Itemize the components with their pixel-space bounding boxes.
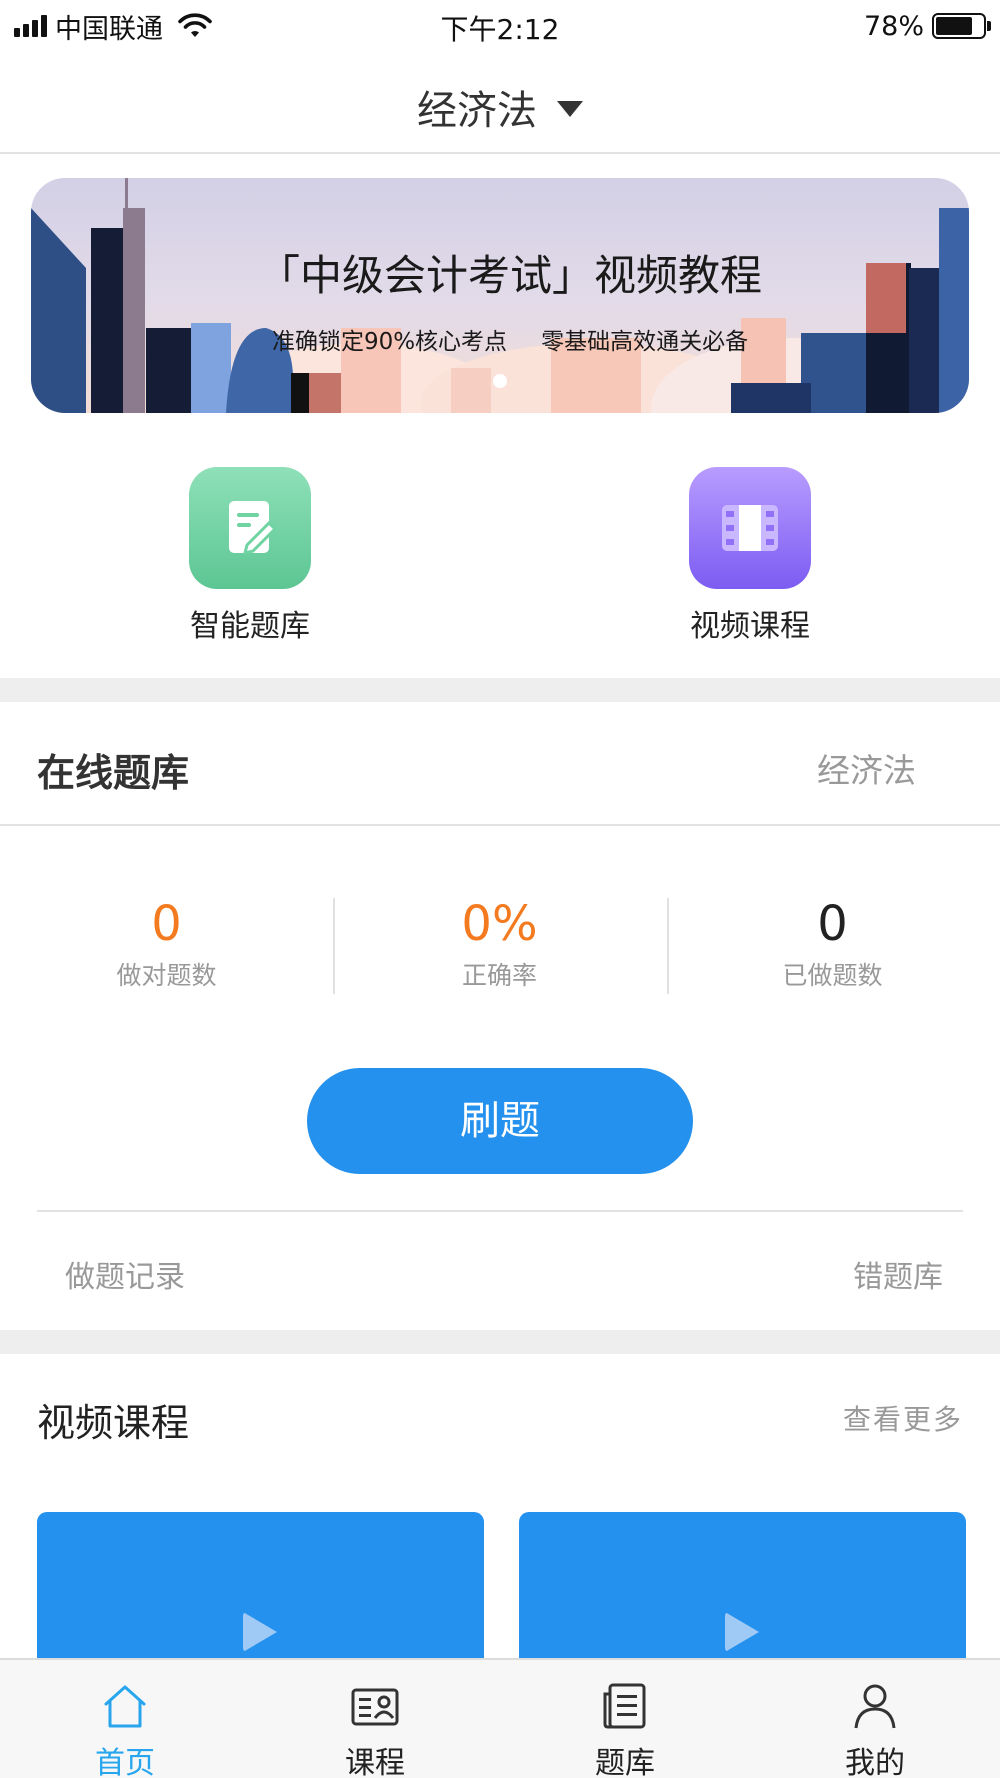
course-card-icon: [351, 1688, 399, 1726]
stat-done-count: 0 已做题数: [666, 896, 999, 992]
tab-label: 课程: [345, 1746, 405, 1778]
practice-button[interactable]: 刷题: [307, 1068, 693, 1174]
tab-mine[interactable]: 我的: [750, 1660, 1000, 1778]
tab-course[interactable]: 课程: [250, 1660, 500, 1778]
tab-bar: 首页 课程 题库 我的: [0, 1658, 1000, 1778]
tab-label: 我的: [845, 1746, 905, 1778]
stat-label: 做对题数: [116, 961, 217, 990]
divider-line: [37, 1210, 963, 1212]
stat-value: 0: [817, 896, 848, 952]
stat-divider: [333, 898, 335, 994]
banner-subtitle: 准确锁定90%核心考点 零基础高效通关必备: [31, 322, 969, 356]
practice-record-link[interactable]: 做题记录: [65, 1252, 185, 1296]
banner-subtitle-2: 零基础高效通关必备: [541, 329, 749, 355]
play-icon: [725, 1612, 759, 1652]
status-right: 78%: [863, 8, 991, 44]
online-bank-title: 在线题库: [37, 751, 190, 795]
stats-row: 0 做对题数 0% 正确率 0 已做题数: [0, 896, 1000, 996]
section-divider: [0, 1330, 1000, 1354]
carousel-indicator: [493, 374, 507, 388]
nav-bar: 经济法: [0, 52, 1000, 154]
film-icon: [689, 467, 811, 589]
note-edit-icon: [189, 467, 311, 589]
stat-value: 0: [151, 896, 182, 952]
nav-title-label: 经济法: [417, 88, 537, 134]
stat-label: 正确率: [461, 961, 537, 990]
stat-label: 已做题数: [782, 961, 883, 990]
section-divider: [0, 678, 1000, 702]
smart-question-bank-label: 智能题库: [190, 609, 310, 644]
home-icon: [104, 1685, 146, 1728]
play-icon: [243, 1612, 277, 1652]
battery-icon: [932, 13, 991, 39]
online-bank-subject[interactable]: 经济法: [817, 744, 916, 792]
caret-down-icon: [557, 101, 583, 117]
stat-divider: [667, 898, 669, 994]
stat-accuracy: 0% 正确率: [333, 896, 666, 992]
status-time: 下午2:12: [440, 13, 560, 46]
status-bar: 中国联通 下午2:12 78%: [0, 0, 1000, 52]
stat-value: 0%: [461, 896, 538, 952]
subject-selector[interactable]: 经济法: [0, 78, 1000, 136]
tab-home[interactable]: 首页: [0, 1660, 250, 1778]
smart-question-bank-entry[interactable]: 智能题库: [160, 467, 340, 645]
stat-correct-count: 0 做对题数: [0, 896, 333, 992]
tab-label: 题库: [595, 1746, 655, 1778]
video-course-entry[interactable]: 视频课程: [660, 467, 840, 645]
banner-subtitle-1: 准确锁定90%核心考点: [271, 329, 508, 355]
promo-banner[interactable]: 「中级会计考试」视频教程 准确锁定90%核心考点 零基础高效通关必备: [31, 178, 969, 413]
wrong-questions-link[interactable]: 错题库: [853, 1252, 943, 1296]
online-bank-header: 在线题库 经济法: [0, 702, 1000, 826]
view-more-link[interactable]: 查看更多: [843, 1398, 963, 1438]
battery-percent: 78%: [863, 10, 924, 42]
tab-question-bank[interactable]: 题库: [500, 1660, 750, 1778]
banner-title: 「中级会计考试」视频教程: [257, 251, 762, 300]
video-course-label: 视频课程: [690, 609, 810, 644]
user-icon: [854, 1684, 896, 1729]
video-section-title: 视频课程: [37, 1401, 190, 1445]
tab-label: 首页: [95, 1746, 155, 1778]
question-list-icon: [603, 1683, 646, 1729]
